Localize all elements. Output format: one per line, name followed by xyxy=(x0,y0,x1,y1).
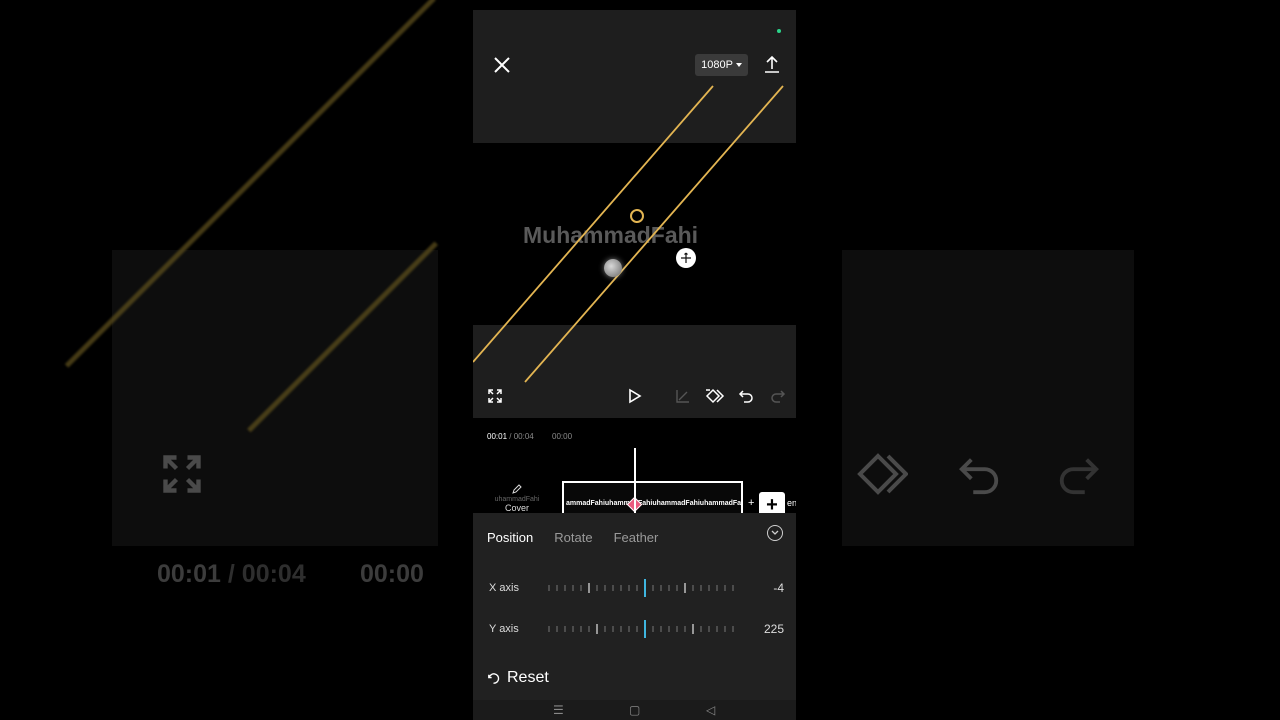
background-fullscreen-icon xyxy=(160,452,204,505)
status-dot xyxy=(777,29,781,33)
x-axis-value: -4 xyxy=(773,581,784,595)
feather-arrows-icon xyxy=(681,252,691,263)
background-undo-icon xyxy=(956,450,1002,505)
background-redo-icon xyxy=(1056,450,1102,505)
cover-label: Cover xyxy=(504,503,529,513)
tab-position[interactable]: Position xyxy=(487,530,533,545)
play-icon xyxy=(629,388,642,404)
clip-thumbnail-text: ammadFahiuhammadFahiuhammadFahiuhammadFa… xyxy=(566,500,743,507)
y-axis-slider[interactable] xyxy=(547,618,739,640)
mask-anchor-handle[interactable] xyxy=(630,209,644,223)
resolution-label: 1080P xyxy=(701,59,733,71)
cover-thumb-text: uhammadFahi xyxy=(494,496,540,503)
add-transition-icon[interactable]: + xyxy=(748,497,754,509)
y-axis-row: Y axis 225 xyxy=(489,618,784,640)
adjust-tabs: Position Rotate Feather xyxy=(487,530,658,545)
reset-label: Reset xyxy=(507,669,549,686)
mask-feather-handle[interactable] xyxy=(676,248,696,268)
close-icon xyxy=(494,57,510,73)
system-nav-bar: ☰ ▢ ◁ xyxy=(473,700,796,720)
keyframe-icon xyxy=(705,388,725,404)
close-button[interactable] xyxy=(491,54,513,76)
export-button[interactable] xyxy=(762,54,782,76)
y-axis-label: Y axis xyxy=(489,623,519,635)
fullscreen-icon xyxy=(488,389,502,403)
current-time: 00:01 xyxy=(487,432,508,441)
keyframe-curve-button[interactable] xyxy=(673,386,693,406)
tab-feather[interactable]: Feather xyxy=(614,530,659,545)
chevron-down-icon xyxy=(771,530,779,535)
cover-button[interactable]: uhammadFahi Cover xyxy=(494,484,540,513)
fullscreen-button[interactable] xyxy=(485,386,505,406)
time-marker: 00:00 xyxy=(552,432,573,441)
reset-icon xyxy=(488,672,500,684)
mask-adjust-panel: Position Rotate Feather X axis -4 Y axis… xyxy=(473,513,796,720)
undo-icon xyxy=(738,390,753,403)
export-icon xyxy=(765,55,779,73)
redo-icon xyxy=(771,390,786,403)
x-axis-row: X axis -4 xyxy=(489,577,784,599)
x-axis-slider[interactable] xyxy=(547,577,739,599)
ending-clip-label: enc xyxy=(787,498,796,508)
undo-button[interactable] xyxy=(736,386,756,406)
redo-button[interactable] xyxy=(768,386,788,406)
home-nav-icon[interactable]: ▢ xyxy=(629,703,640,717)
timeline[interactable]: 00:01 / 00:04 00:00 uhammadFahi Cover am… xyxy=(473,418,796,524)
mask-center-handle[interactable] xyxy=(604,259,622,277)
reset-button[interactable]: Reset xyxy=(486,669,549,687)
background-time-marker: 00:00 xyxy=(360,560,424,588)
phone-screen: 1080P MuhammadFahi 00:01 / 00:04 00:00 u… xyxy=(473,10,796,720)
keyframe-curve-icon xyxy=(676,390,689,403)
y-axis-value: 225 xyxy=(763,622,784,636)
tab-rotate[interactable]: Rotate xyxy=(554,530,592,545)
top-bar: 1080P xyxy=(473,10,796,143)
total-time: / 00:04 xyxy=(509,432,534,441)
chevron-down-icon xyxy=(735,63,742,67)
background-time-current: 00:01 / 00:04 xyxy=(157,560,306,588)
keyframe-button[interactable] xyxy=(705,386,725,406)
back-nav-icon[interactable]: ◁ xyxy=(706,703,715,717)
menu-nav-icon[interactable]: ☰ xyxy=(553,703,564,717)
x-axis-label: X axis xyxy=(489,582,519,594)
time-current: 00:01 / 00:04 xyxy=(487,432,534,441)
watermark-text: MuhammadFahi xyxy=(523,222,699,248)
edit-icon xyxy=(512,484,522,494)
play-button[interactable] xyxy=(624,386,644,406)
collapse-button[interactable] xyxy=(767,525,783,541)
background-keyframe-icon xyxy=(852,450,909,507)
playhead[interactable] xyxy=(634,448,636,522)
resolution-dropdown[interactable]: 1080P xyxy=(695,54,748,76)
